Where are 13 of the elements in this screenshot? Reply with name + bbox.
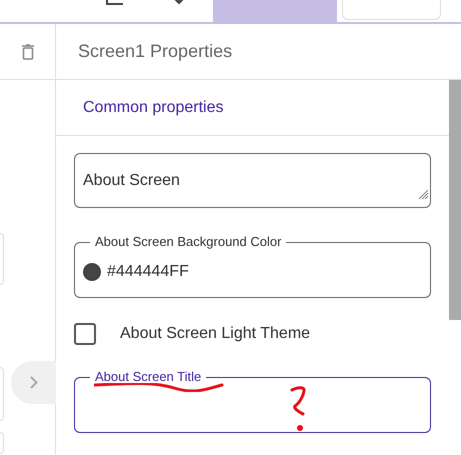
resize-handle-icon[interactable] (418, 189, 428, 199)
scrollbar[interactable] (449, 80, 461, 320)
field-label: About Screen Background Color (90, 234, 286, 250)
chevron-right-icon (30, 376, 38, 389)
checkbox-label: About Screen Light Theme (120, 324, 310, 344)
section-header[interactable]: Common properties (83, 96, 224, 120)
panel-title: Screen1 Properties (78, 40, 232, 63)
color-value: #444444FF (107, 262, 189, 282)
text-area[interactable]: About Screen (74, 153, 431, 208)
checkbox[interactable] (74, 323, 96, 345)
delete-icon[interactable] (22, 44, 34, 60)
annotation-drawing (290, 386, 308, 432)
color-swatch[interactable] (83, 263, 101, 281)
